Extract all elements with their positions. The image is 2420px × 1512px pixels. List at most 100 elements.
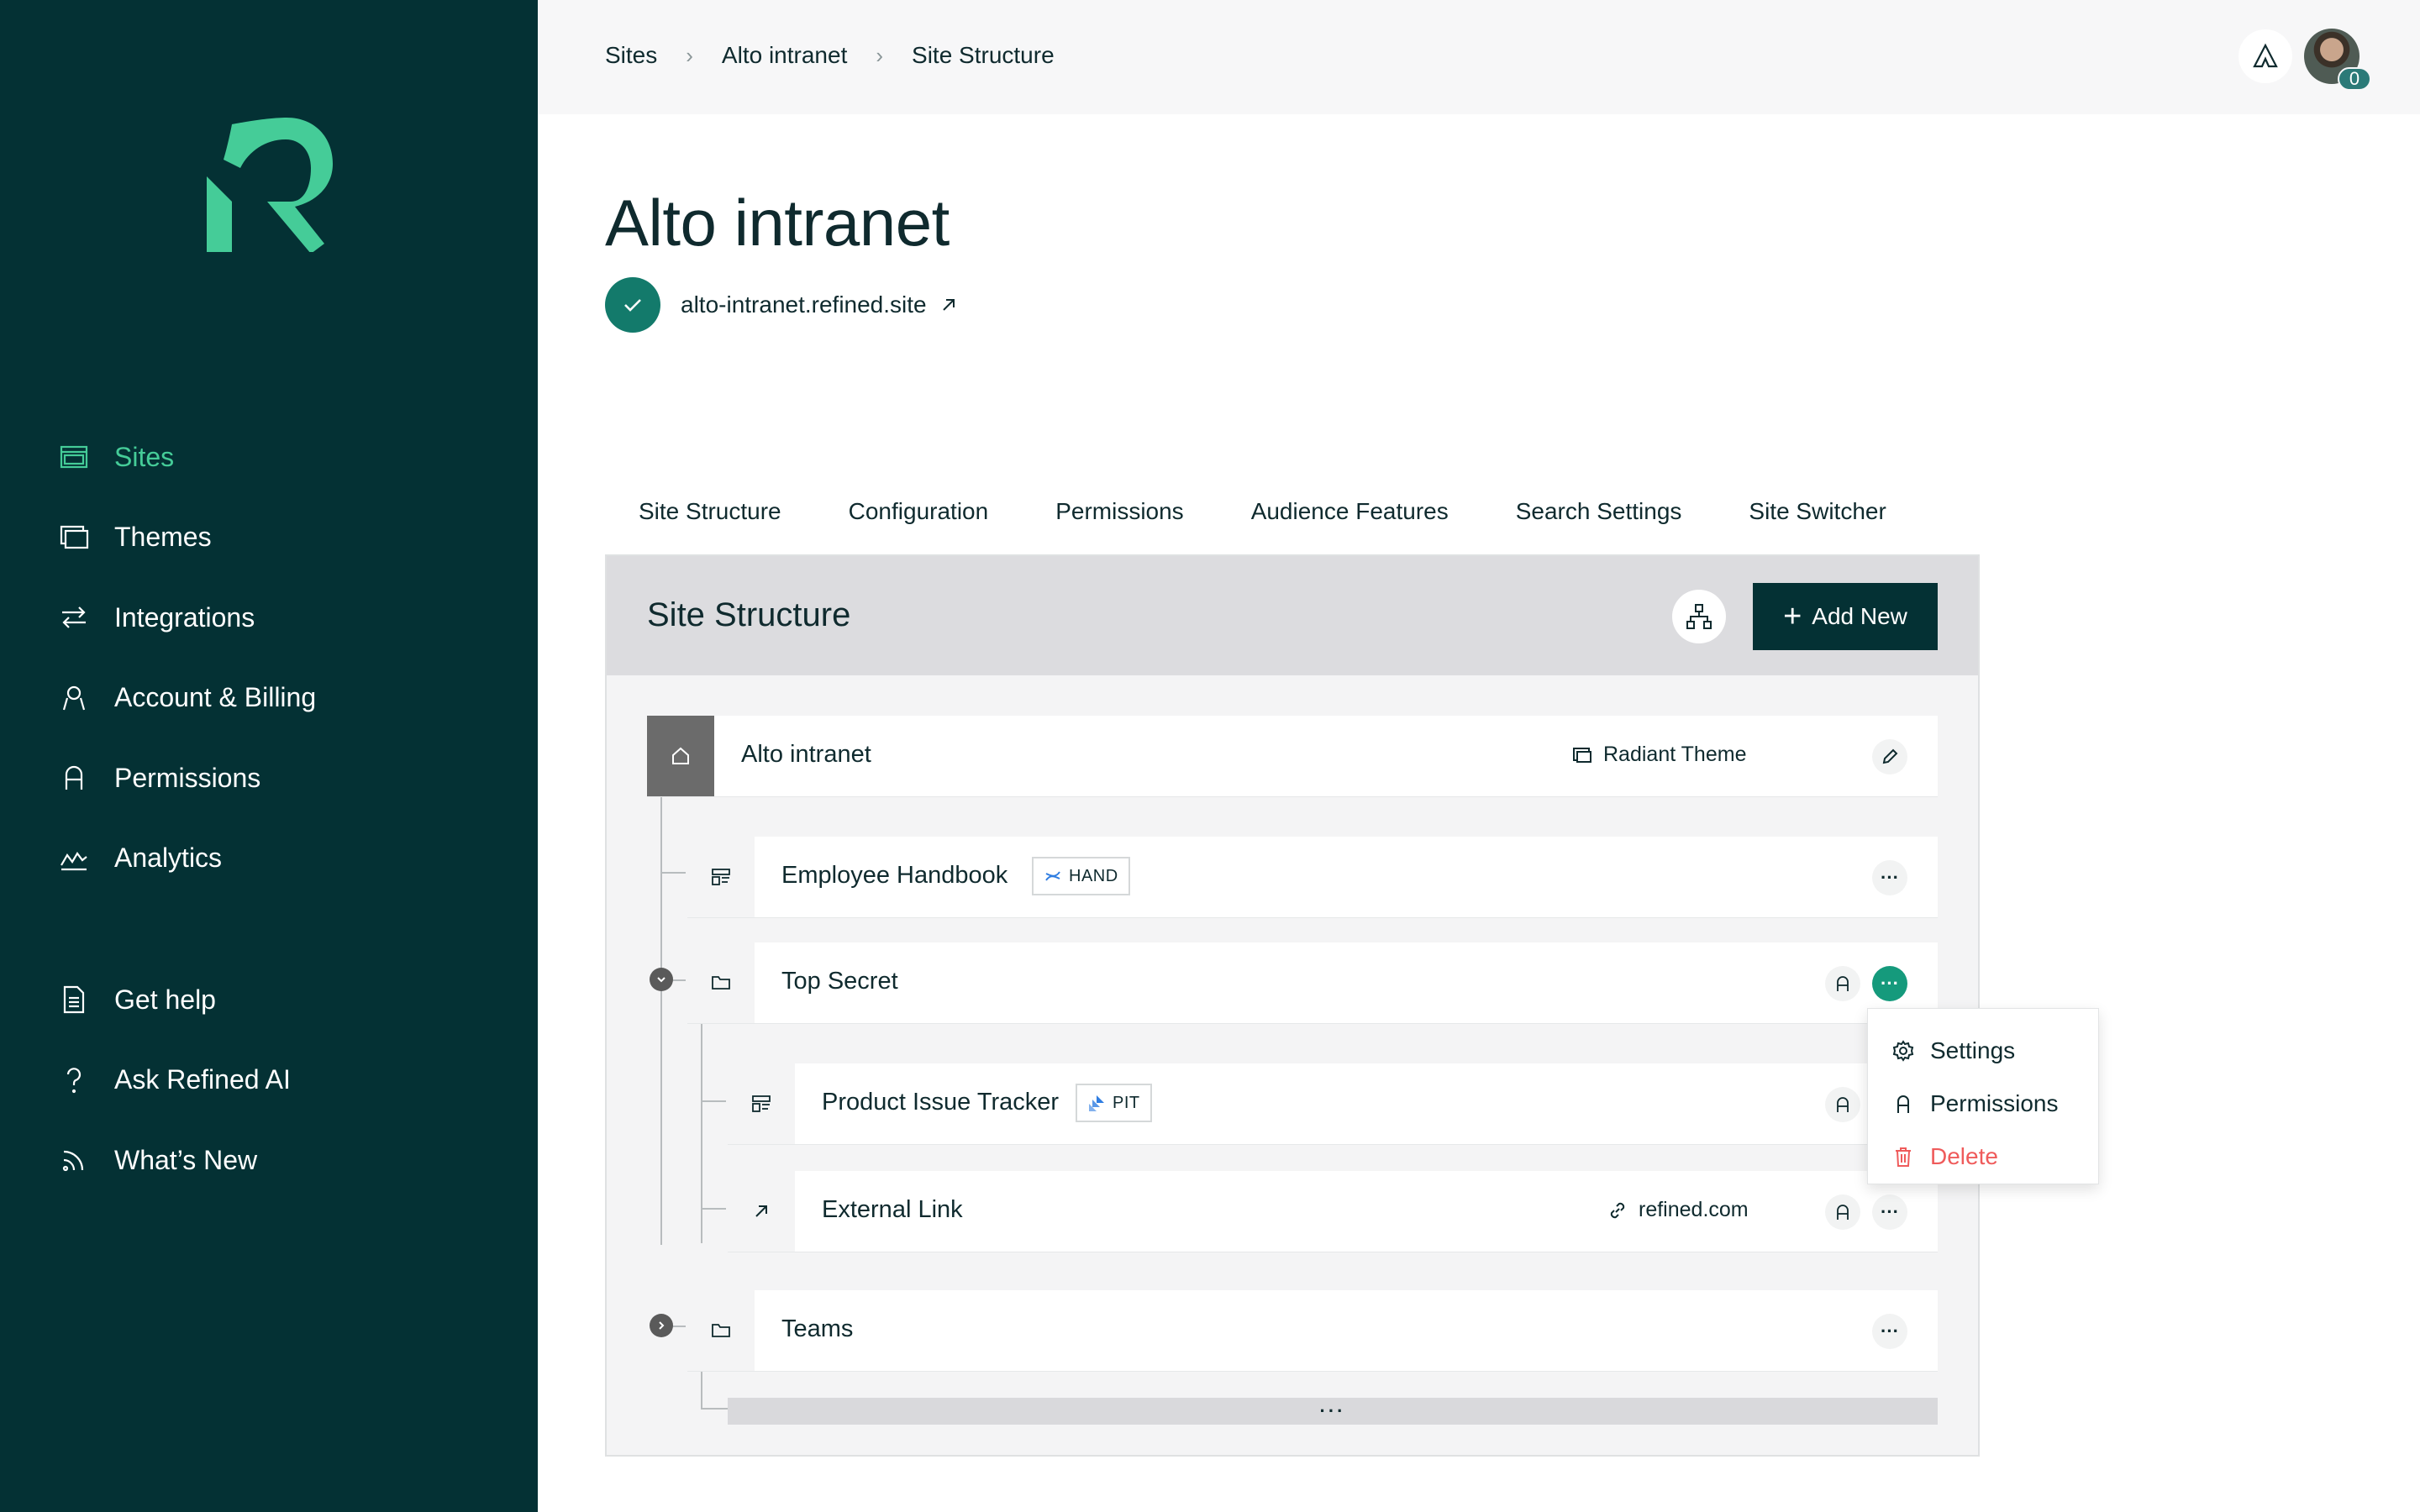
- main-nav: Sites Themes Integrations Account & Bill…: [57, 427, 511, 908]
- panel-title: Site Structure: [647, 596, 851, 633]
- breadcrumb-sites[interactable]: Sites: [605, 42, 657, 69]
- trash-icon: [1896, 1147, 1911, 1167]
- site-root-row[interactable]: Alto intranet Radiant Theme: [647, 716, 1938, 796]
- tree-line: [660, 1206, 662, 1245]
- edit-button[interactable]: [1872, 739, 1907, 774]
- sidebar-item-label: Themes: [114, 522, 212, 552]
- external-url-link[interactable]: refined.com: [1607, 1198, 1749, 1222]
- link-icon: [1610, 1202, 1625, 1218]
- more-actions-button[interactable]: ···: [1872, 860, 1907, 895]
- menu-item-settings[interactable]: Settings: [1868, 1024, 2098, 1077]
- sidebar-item-themes[interactable]: Themes: [57, 507, 511, 568]
- lock-icon[interactable]: [1825, 966, 1860, 1001]
- sidebar-item-account-billing[interactable]: Account & Billing: [57, 668, 511, 728]
- tree-line: [660, 1040, 662, 1215]
- page-title: Alto intranet: [605, 186, 950, 260]
- sidebar-item-label: Get help: [114, 984, 216, 1015]
- breadcrumb: Sites › Alto intranet › Site Structure: [605, 42, 1055, 69]
- hierarchy-view-button[interactable]: [1672, 590, 1726, 643]
- tree-row-employee-handbook[interactable]: Employee Handbook HAND ···: [687, 837, 1938, 917]
- row-label: External Link: [822, 1196, 963, 1223]
- theme-icon: [1573, 747, 1591, 763]
- lock-icon: [1897, 1095, 1909, 1113]
- space-icon: [687, 837, 755, 917]
- external-link-icon[interactable]: [939, 295, 959, 315]
- tree-row-top-secret[interactable]: Top Secret ···: [687, 942, 1938, 1023]
- panel-header: Site Structure + Add New: [607, 556, 1978, 675]
- space-key-badge: HAND: [1032, 857, 1130, 895]
- sidebar-item-get-help[interactable]: Get help: [57, 969, 511, 1030]
- load-more-bar[interactable]: ···: [728, 1398, 1938, 1425]
- lock-icon[interactable]: [1825, 1194, 1860, 1230]
- more-actions-button[interactable]: ···: [1872, 1194, 1907, 1230]
- atlassian-icon[interactable]: [2238, 29, 2292, 83]
- row-label: Top Secret: [781, 968, 898, 995]
- sidebar-item-label: Integrations: [114, 601, 255, 633]
- jira-icon: [1089, 1095, 1104, 1111]
- document-icon: [57, 983, 91, 1016]
- sidebar-item-label: Permissions: [114, 762, 261, 793]
- row-label: Employee Handbook: [781, 862, 1008, 889]
- sidebar: Sites Themes Integrations Account & Bill…: [0, 0, 538, 1512]
- sidebar-item-analytics[interactable]: Analytics: [57, 828, 511, 889]
- rss-icon: [57, 1143, 91, 1177]
- sidebar-item-permissions[interactable]: Permissions: [57, 748, 511, 808]
- folder-icon: [687, 942, 755, 1023]
- tree-line: [701, 1208, 726, 1210]
- tree-row-external-link[interactable]: External Link refined.com ···: [728, 1171, 1938, 1252]
- chevron-right-icon: ›: [686, 42, 693, 68]
- site-structure-panel: Site Structure + Add New Alto intranet R…: [605, 554, 1980, 1457]
- sidebar-item-ask-refined-ai[interactable]: Ask Refined AI: [57, 1050, 511, 1110]
- sidebar-item-label: Account & Billing: [114, 682, 317, 712]
- tree-line: [660, 768, 662, 1040]
- lock-icon: [57, 761, 91, 795]
- sidebar-item-sites[interactable]: Sites: [57, 427, 511, 487]
- sidebar-item-label: Ask Refined AI: [114, 1064, 291, 1095]
- question-icon: [57, 1063, 91, 1097]
- folder-icon: [687, 1290, 755, 1371]
- top-bar: Sites › Alto intranet › Site Structure 0: [538, 0, 2420, 114]
- space-icon: [728, 1063, 795, 1144]
- add-new-button[interactable]: + Add New: [1753, 583, 1938, 650]
- help-nav: Get help Ask Refined AI What’s New: [57, 969, 511, 1210]
- refined-logo[interactable]: [207, 118, 333, 254]
- row-actions-menu: Settings Permissions Delete: [1867, 1008, 2099, 1184]
- site-root-label: Alto intranet: [741, 741, 871, 768]
- chevron-right-icon: ›: [876, 42, 884, 68]
- more-actions-button[interactable]: ···: [1872, 966, 1907, 1001]
- hierarchy-icon: [1686, 604, 1712, 629]
- analytics-icon: [57, 842, 91, 875]
- notification-badge: 0: [2338, 67, 2371, 91]
- menu-item-delete[interactable]: Delete: [1868, 1130, 2098, 1183]
- site-url-row: alto-intranet.refined.site: [605, 277, 959, 333]
- user-avatar[interactable]: 0: [2304, 29, 2371, 91]
- sidebar-item-label: Analytics: [114, 843, 223, 873]
- tree-line: [660, 872, 686, 874]
- breadcrumb-alto-intranet[interactable]: Alto intranet: [722, 42, 847, 69]
- site-url-link[interactable]: alto-intranet.refined.site: [681, 291, 927, 318]
- sidebar-item-integrations[interactable]: Integrations: [57, 587, 511, 648]
- sidebar-item-label: Sites: [114, 441, 175, 472]
- theme-link[interactable]: Radiant Theme: [1571, 743, 1746, 767]
- confluence-icon: [1045, 871, 1060, 881]
- header-actions: 0: [2238, 29, 2371, 91]
- menu-item-permissions[interactable]: Permissions: [1868, 1077, 2098, 1130]
- plus-icon: +: [1783, 599, 1802, 634]
- space-key-badge: PIT: [1076, 1084, 1152, 1122]
- breadcrumb-site-structure[interactable]: Site Structure: [912, 42, 1055, 69]
- tree-line: [701, 1408, 728, 1410]
- pencil-icon: [1882, 748, 1898, 764]
- row-label: Teams: [781, 1315, 854, 1342]
- chevron-down-icon[interactable]: [650, 968, 673, 991]
- tree-row-product-issue-tracker[interactable]: Product Issue Tracker PIT: [728, 1063, 1938, 1144]
- tree-row-teams[interactable]: Teams ···: [687, 1290, 1938, 1371]
- lock-icon[interactable]: [1825, 1087, 1860, 1122]
- sidebar-item-whats-new[interactable]: What’s New: [57, 1130, 511, 1190]
- home-icon: [647, 716, 714, 796]
- more-actions-button[interactable]: ···: [1872, 1314, 1907, 1349]
- sidebar-item-label: What’s New: [114, 1144, 258, 1175]
- gear-icon: [1892, 1039, 1914, 1062]
- arrow-up-right-icon: [728, 1171, 795, 1252]
- chevron-right-icon[interactable]: [650, 1314, 673, 1337]
- tree-line: [701, 1100, 726, 1102]
